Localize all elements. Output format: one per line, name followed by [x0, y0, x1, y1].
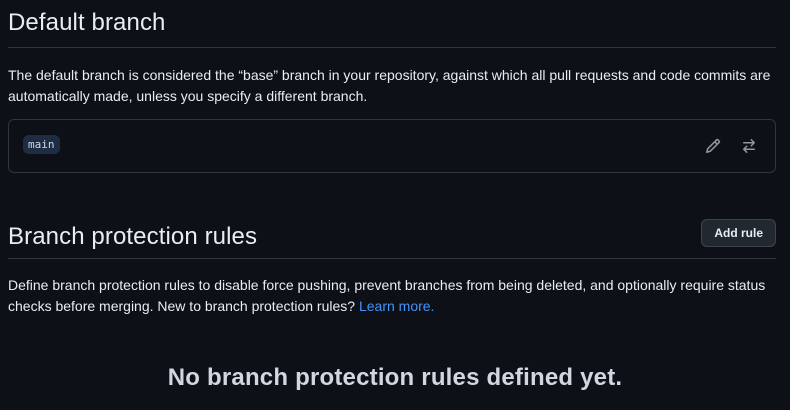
- protection-rules-title: Branch protection rules: [8, 223, 258, 250]
- protection-rules-header: Branch protection rules Add rule: [8, 216, 776, 259]
- default-branch-box: main: [8, 119, 776, 173]
- default-branch-description: The default branch is considered the “ba…: [8, 67, 771, 104]
- default-branch-actions: [701, 134, 761, 158]
- empty-state-message: No branch protection rules defined yet.: [167, 364, 623, 391]
- default-branch-title: Default branch: [8, 8, 166, 36]
- arrow-switch-icon[interactable]: [737, 134, 761, 158]
- default-branch-header: Default branch: [8, 0, 776, 48]
- branches-settings-page: Default branch The default branch is con…: [0, 0, 790, 410]
- add-rule-button[interactable]: Add rule: [701, 219, 776, 247]
- default-branch-name: main: [23, 135, 60, 154]
- learn-more-link[interactable]: Learn more.: [359, 298, 434, 314]
- pencil-icon[interactable]: [701, 134, 725, 158]
- protection-rules-description: Define branch protection rules to disabl…: [8, 275, 776, 317]
